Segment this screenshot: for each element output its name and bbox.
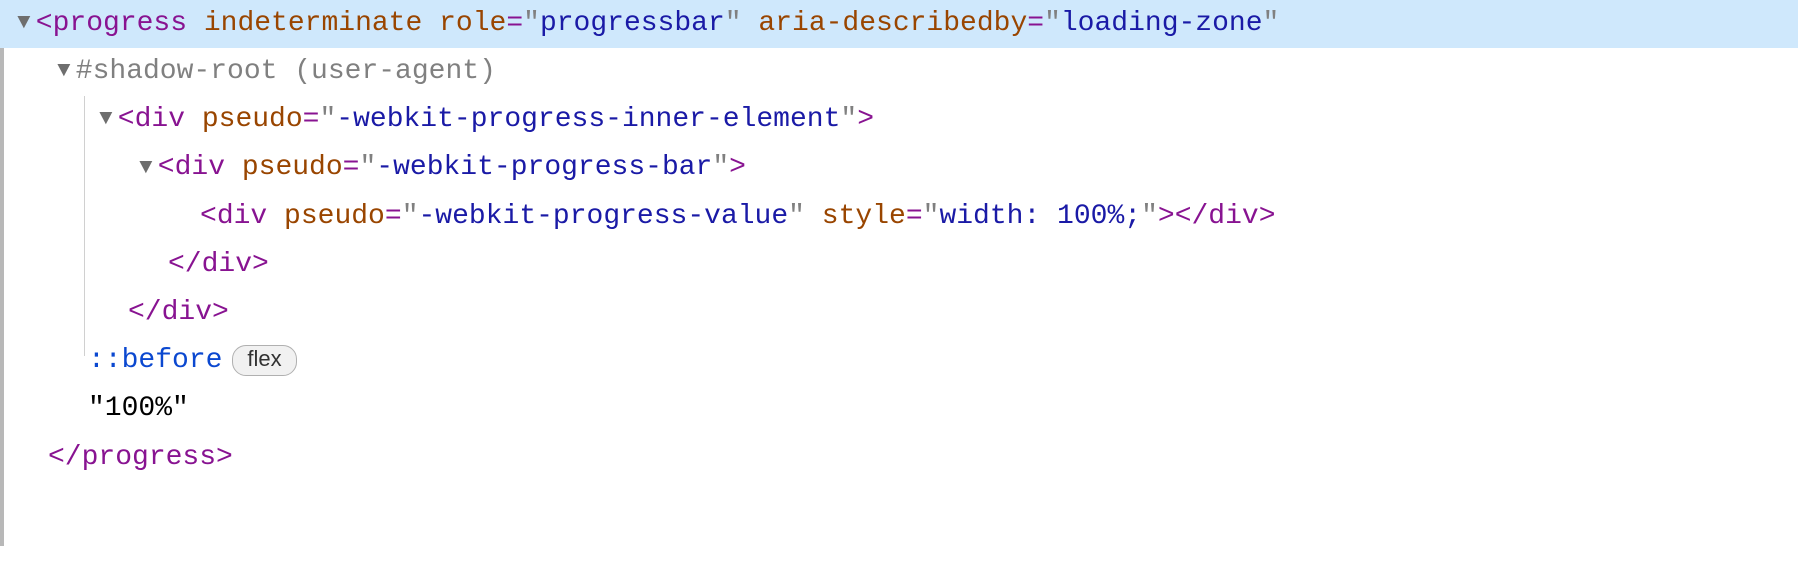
closing-tag: </div> <box>1175 193 1276 241</box>
dom-node-div-progress-value[interactable]: <div pseudo="-webkit-progress-value" sty… <box>0 193 1798 241</box>
tag-name: div <box>135 96 185 144</box>
expand-arrow-icon[interactable]: ▼ <box>136 149 156 187</box>
dom-node-close-progress[interactable]: </progress> <box>0 434 1798 482</box>
attr-value: width: 100%; <box>939 193 1141 241</box>
expand-arrow-icon[interactable]: ▼ <box>14 4 34 42</box>
dom-node-close-div[interactable]: </div> <box>0 289 1798 337</box>
elements-dom-tree: ▼ <progress indeterminate role="progress… <box>0 0 1798 578</box>
closing-tag: </div> <box>168 241 269 289</box>
attr-value: -webkit-progress-value <box>419 193 789 241</box>
attr-name: role <box>439 0 506 48</box>
dom-node-progress[interactable]: ▼ <progress indeterminate role="progress… <box>0 0 1798 48</box>
dom-node-pseudo-before[interactable]: ::before flex <box>0 337 1798 385</box>
shadow-root-node[interactable]: ▼ #shadow-root (user-agent) <box>0 48 1798 96</box>
attr-name: pseudo <box>284 193 385 241</box>
attr-value: -webkit-progress-inner-element <box>336 96 840 144</box>
dom-text-node[interactable]: "100%" <box>0 386 1798 434</box>
dom-node-close-div[interactable]: </div> <box>0 241 1798 289</box>
attr-name: aria-describedby <box>758 0 1027 48</box>
text-node-content: "100%" <box>88 385 189 433</box>
trailing-quote: " <box>1263 0 1280 48</box>
attr-value: -webkit-progress-bar <box>376 144 712 192</box>
display-badge[interactable]: flex <box>232 345 296 375</box>
attr-name: pseudo <box>202 96 303 144</box>
dom-node-div-inner-element[interactable]: ▼ <div pseudo="-webkit-progress-inner-el… <box>0 96 1798 144</box>
dom-node-div-progress-bar[interactable]: ▼ <div pseudo="-webkit-progress-bar"> <box>0 145 1798 193</box>
tag-name: progress <box>53 0 187 48</box>
tag-name: div <box>217 193 267 241</box>
closing-tag: </div> <box>128 289 229 337</box>
tag-name: div <box>175 144 225 192</box>
closing-tag: </progress> <box>48 434 233 482</box>
attr-value: progressbar <box>540 0 725 48</box>
shadow-root-label: #shadow-root (user-agent) <box>76 48 496 96</box>
attr-name: pseudo <box>242 144 343 192</box>
expand-arrow-icon[interactable]: ▼ <box>96 100 116 138</box>
attr-name: indeterminate <box>204 0 422 48</box>
tag-open-bracket: < <box>36 0 53 48</box>
pseudo-element-label: ::before <box>88 337 222 385</box>
attr-value: loading-zone <box>1061 0 1263 48</box>
expand-arrow-icon[interactable]: ▼ <box>54 52 74 90</box>
attr-name: style <box>822 193 906 241</box>
